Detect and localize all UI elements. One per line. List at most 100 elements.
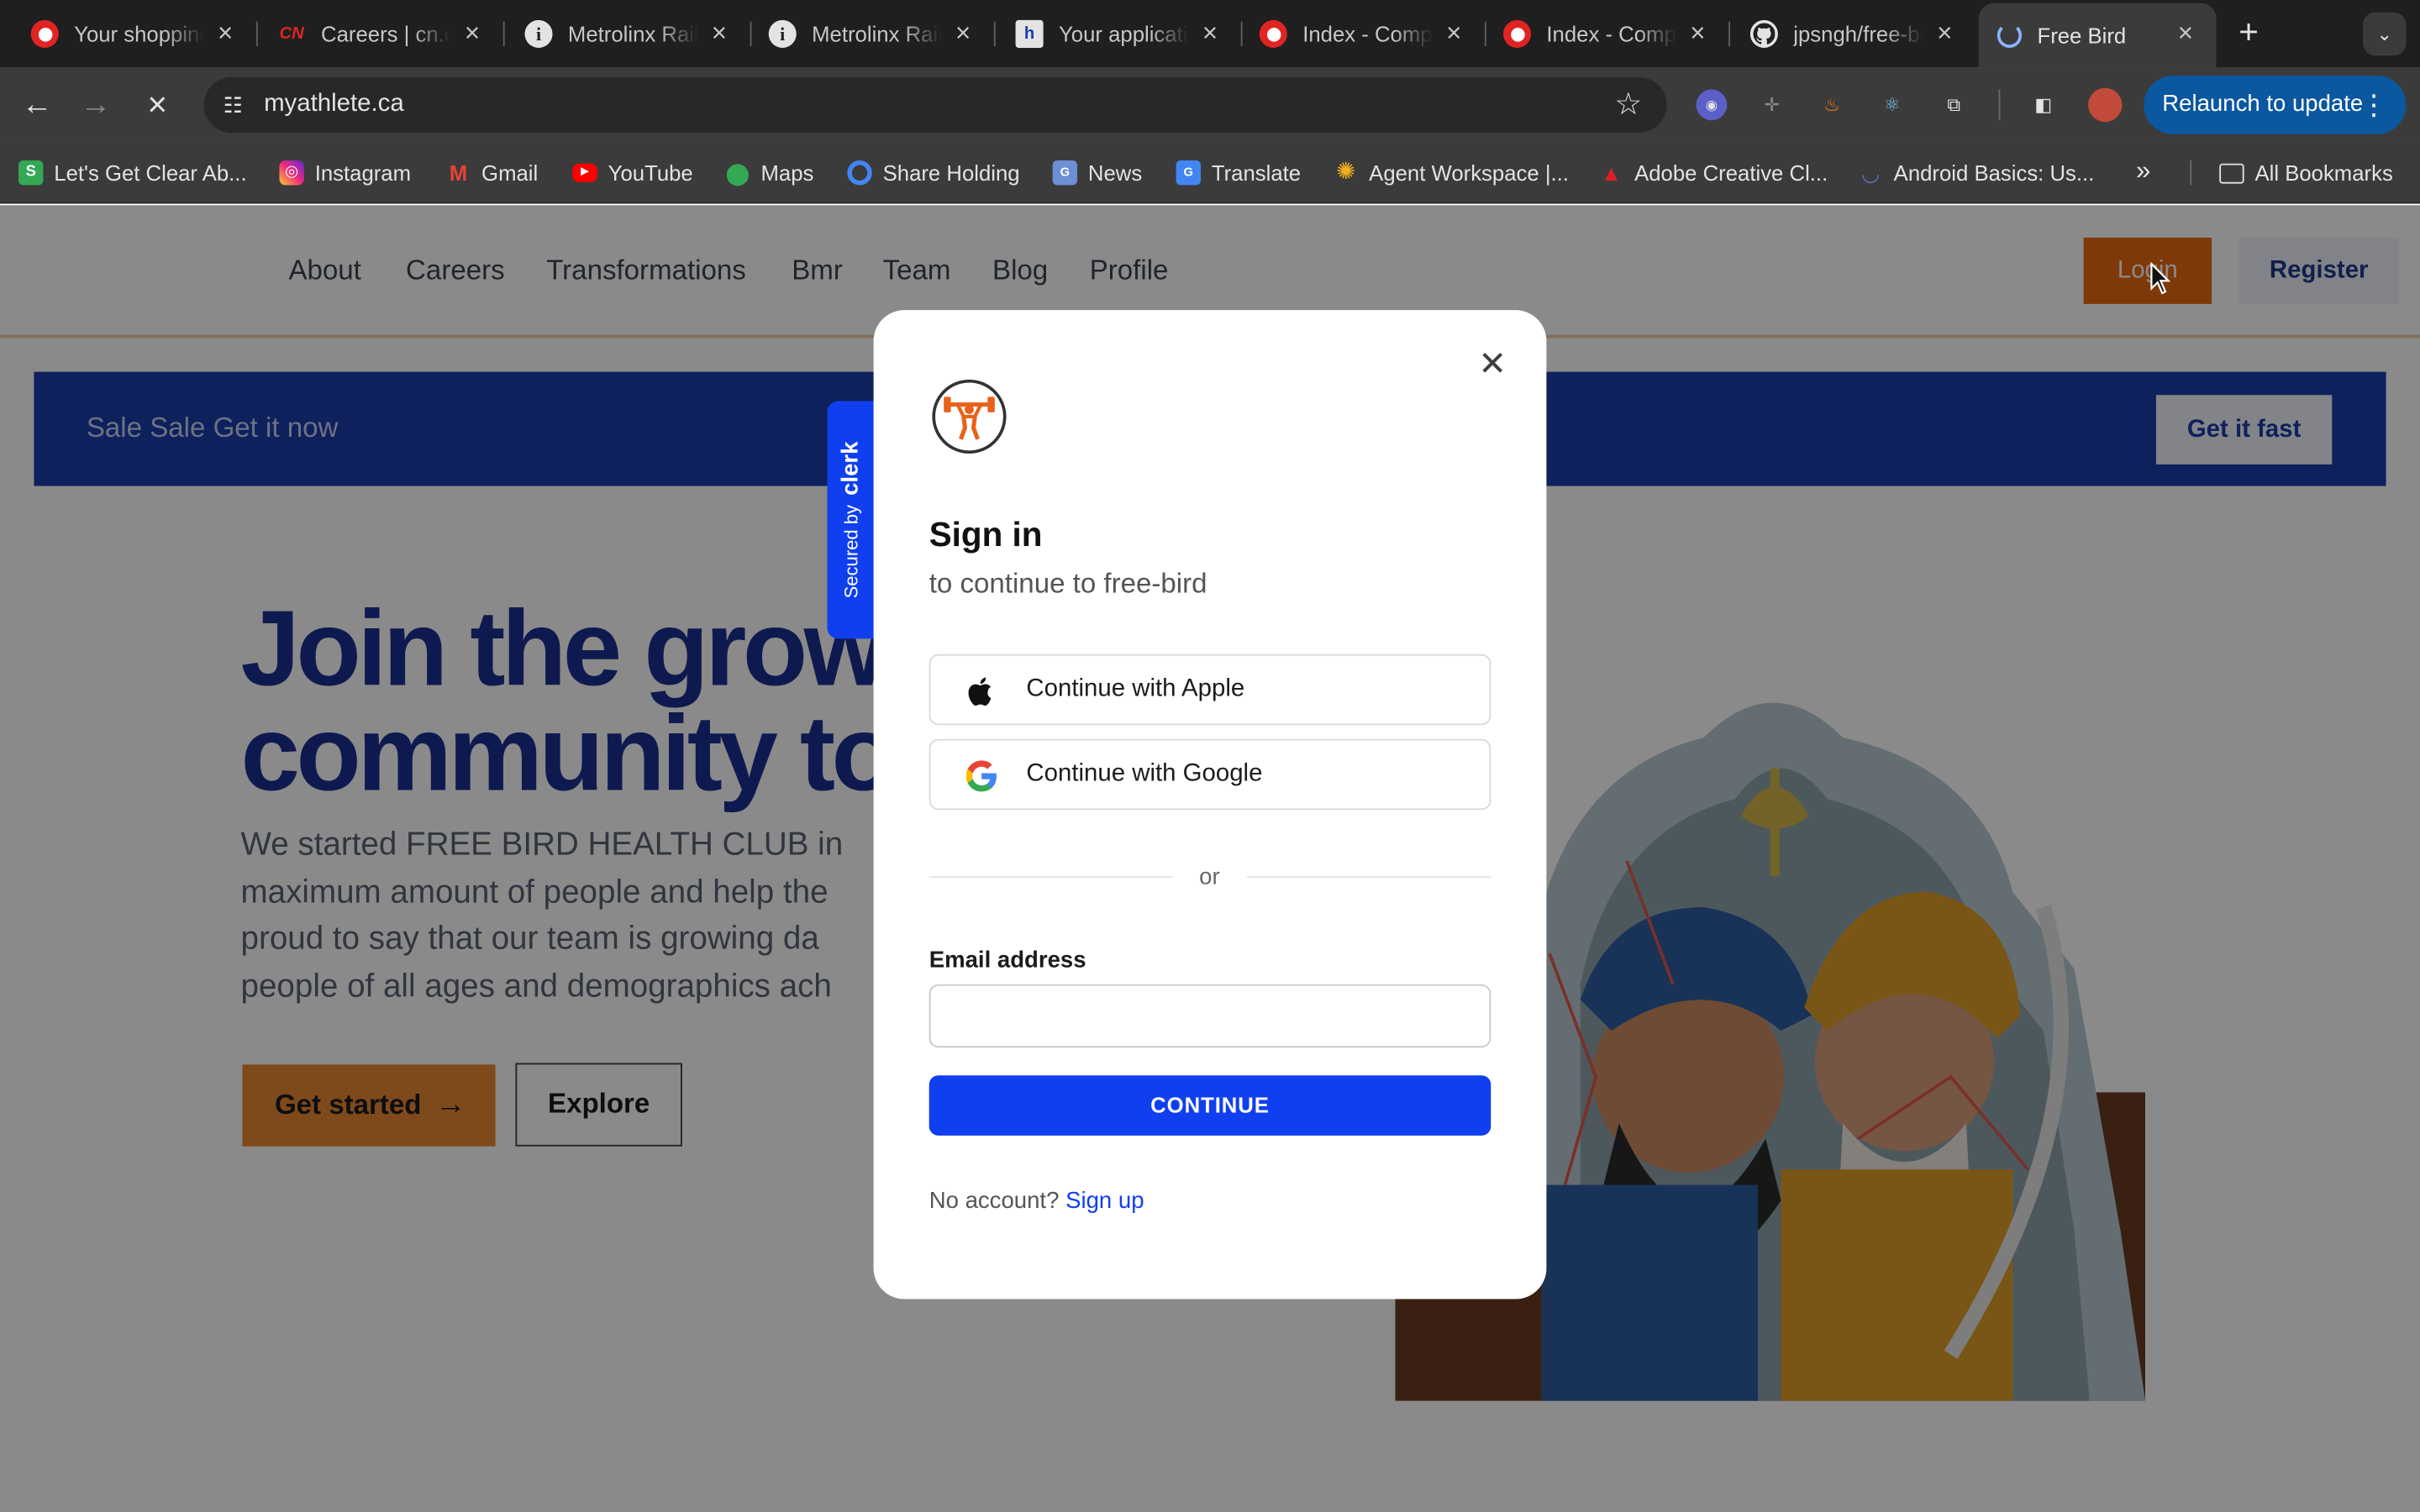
continue-with-google-button[interactable]: Continue with Google [929, 738, 1491, 811]
folder-icon [2219, 162, 2244, 183]
secured-by-text: Secured by clerk [837, 442, 863, 599]
address-bar[interactable]: ☷ myathlete.ca ☆ [203, 76, 1667, 133]
tab-divider [255, 21, 258, 47]
bookmark-label: Android Basics: Us... [1893, 160, 2095, 186]
react-devtools-icon[interactable]: ⚛ [1876, 90, 1907, 121]
github-icon [1749, 19, 1778, 48]
tab-title: jpsngh/free-bird [1793, 21, 1923, 47]
continue-with-apple-button[interactable]: Continue with Apple [929, 654, 1491, 726]
back-arrow-icon[interactable]: ← [15, 83, 58, 126]
side-panel-icon[interactable]: ◧ [2028, 90, 2059, 121]
extension-puzzle-gray-icon[interactable]: ✛ [1756, 90, 1787, 121]
close-icon[interactable]: × [1439, 18, 1470, 50]
tab-title: Index - Company [1302, 21, 1433, 47]
tab-title: Index - Company [1546, 21, 1676, 47]
tab-title: Metrolinx Rail [812, 21, 942, 47]
tab-your-application[interactable]: h Your application × [997, 9, 1243, 59]
tab-title: Your application [1059, 21, 1188, 47]
apple-icon [968, 677, 992, 706]
close-icon[interactable]: × [1929, 18, 1960, 50]
apple-label: Continue with Apple [1026, 675, 1245, 702]
bookmark-share-holding[interactable]: Share Holding [847, 157, 1020, 188]
tab-index-1[interactable]: Index - Company × [1241, 9, 1486, 59]
close-icon[interactable]: × [2170, 18, 2201, 50]
sign-up-link[interactable]: Sign up [1065, 1188, 1144, 1214]
email-label: Email address [929, 947, 1086, 974]
close-icon[interactable]: ✕ [1472, 344, 1512, 385]
info-icon: i [768, 19, 797, 48]
extensions-puzzle-icon[interactable]: ⧉ [1939, 90, 1970, 121]
tab-metrolinx-2[interactable]: i Metrolinx Rail × [750, 9, 996, 59]
tab-title: Careers | cn.ca [321, 21, 450, 47]
bookmark-android-basics[interactable]: ◡ Android Basics: Us... [1858, 157, 2094, 188]
toolbar-divider [1998, 89, 2001, 121]
bookmark-gmail[interactable]: M Gmail [446, 157, 538, 188]
red-circle-icon [1259, 19, 1287, 48]
tab-title: Metrolinx Rail [567, 21, 698, 47]
or-separator: or [1199, 864, 1220, 890]
or-divider-right [1247, 876, 1491, 879]
document-icon: h [1015, 19, 1044, 48]
bookmark-translate[interactable]: G Translate [1176, 157, 1301, 188]
bookmark-label: News [1087, 160, 1143, 186]
instagram-icon: ◎ [279, 160, 304, 186]
loading-icon [1996, 23, 2023, 48]
extension-flame-icon[interactable]: ♨ [1817, 90, 1848, 121]
gmail-icon: M [449, 160, 468, 186]
close-icon[interactable]: × [457, 18, 488, 50]
bookmark-label: Gmail [481, 160, 539, 186]
email-input[interactable] [929, 984, 1491, 1048]
screen: Your shopping × CN Careers | cn.ca × i M… [0, 0, 2420, 1512]
translate-icon: G [1176, 160, 1201, 186]
site-settings-icon[interactable]: ☷ [219, 91, 247, 118]
close-icon[interactable]: × [704, 18, 735, 50]
close-icon[interactable]: × [1195, 18, 1226, 50]
google-icon [965, 760, 997, 792]
secured-by-clerk-badge[interactable]: Secured by clerk [827, 401, 876, 639]
bookmark-instagram[interactable]: ◎ Instagram [279, 157, 411, 188]
more-menu-icon[interactable]: ⋮ [2360, 76, 2387, 134]
bookmark-youtube[interactable]: ▶ YouTube [572, 157, 693, 188]
extension-avatar-icon[interactable]: ◉ [1696, 89, 1728, 121]
google-label: Continue with Google [1026, 760, 1263, 787]
bookmark-lets-get-clear[interactable]: S Let's Get Clear Ab... [18, 157, 247, 188]
relaunch-to-update-button[interactable]: Relaunch to update ⋮ [2144, 76, 2407, 134]
red-circle-icon [1502, 19, 1532, 48]
tab-free-bird[interactable]: Free Bird × [1978, 3, 2217, 68]
bookmark-star-icon[interactable]: ☆ [1614, 88, 1642, 122]
profile-avatar-icon[interactable] [2088, 87, 2123, 123]
close-icon[interactable]: × [1682, 18, 1713, 50]
maps-pin-icon: ⬤ [725, 160, 750, 186]
no-account-label: No account? [929, 1188, 1060, 1215]
tab-github-free-bird[interactable]: jpsngh/free-bird × [1732, 9, 1975, 59]
tab-metrolinx-1[interactable]: i Metrolinx Rail × [506, 9, 752, 59]
tab-index-2[interactable]: Index - Company × [1485, 9, 1730, 59]
continue-button[interactable]: CONTINUE [929, 1075, 1491, 1136]
secured-by-label: Secured by [839, 504, 861, 599]
tab-search-chevron-icon[interactable]: ⌄ [2363, 12, 2407, 56]
info-icon: i [524, 19, 553, 48]
tab-careers-cn[interactable]: CN Careers | cn.ca × [260, 9, 505, 59]
tab-your-shopping[interactable]: Your shopping × [13, 9, 258, 59]
stop-loading-icon[interactable]: × [136, 83, 179, 126]
close-icon[interactable]: × [948, 18, 979, 50]
share-icon [847, 160, 872, 186]
forward-arrow-icon[interactable]: → [74, 83, 117, 126]
all-bookmarks-label: All Bookmarks [2254, 160, 2393, 186]
bookmark-agent-workspace[interactable]: ✺ Agent Workspace |... [1334, 157, 1569, 188]
close-icon[interactable]: × [210, 18, 241, 50]
bookmark-news[interactable]: G News [1052, 157, 1143, 188]
bookmark-adobe-creative-cloud[interactable]: ▲ Adobe Creative Cl... [1599, 157, 1828, 188]
mouse-cursor-icon [2150, 262, 2171, 295]
bookmark-label: Instagram [314, 160, 412, 186]
more-bookmarks-chevron-icon[interactable]: » [2136, 156, 2150, 187]
youtube-icon: ▶ [572, 163, 597, 182]
all-bookmarks-folder[interactable]: All Bookmarks [2219, 157, 2393, 188]
new-tab-button[interactable]: + [2232, 14, 2265, 49]
or-divider-left [929, 876, 1173, 879]
url-text[interactable]: myathlete.ca [264, 91, 404, 118]
weightlifter-logo-icon [932, 379, 1007, 454]
bookmark-label: Maps [760, 160, 814, 186]
bookmarks-divider [2190, 160, 2192, 186]
bookmark-maps[interactable]: ⬤ Maps [725, 157, 814, 188]
